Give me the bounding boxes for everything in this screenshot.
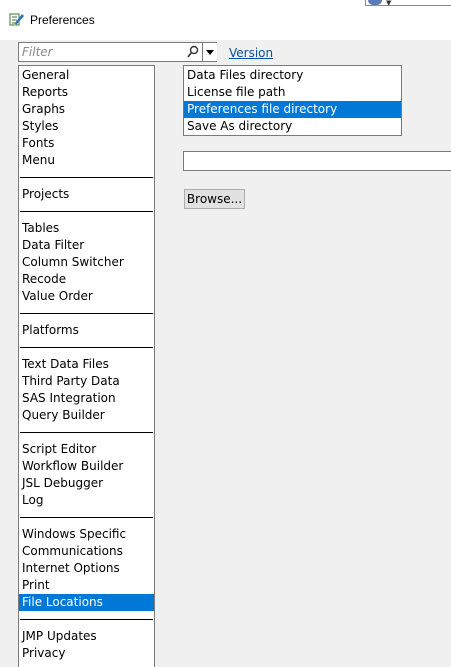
category-item[interactable]: Graphs: [19, 101, 154, 118]
category-item[interactable]: Workflow Builder: [19, 458, 154, 475]
category-item[interactable]: JMP Updates: [19, 628, 154, 645]
category-item[interactable]: Platforms: [19, 322, 154, 339]
path-field[interactable]: [183, 151, 451, 171]
search-icon[interactable]: [187, 45, 199, 59]
category-item[interactable]: Print: [19, 577, 154, 594]
category-item[interactable]: Fonts: [19, 135, 154, 152]
file-location-item[interactable]: License file path: [184, 84, 401, 101]
file-location-item[interactable]: Preferences file directory: [184, 101, 401, 118]
dropdown-arrow-icon: [206, 50, 214, 55]
category-divider: [20, 517, 153, 518]
window-title: Preferences: [30, 13, 95, 27]
category-item[interactable]: File Locations: [19, 594, 154, 611]
category-list[interactable]: General Reports Graphs Styles Fonts Menu Proje…: [18, 65, 155, 667]
category-item[interactable]: Third Party Data: [19, 373, 154, 390]
category-item[interactable]: Styles: [19, 118, 154, 135]
file-location-list[interactable]: Data Files directory License file path Pre…: [183, 65, 402, 136]
category-item[interactable]: Communications: [19, 543, 154, 560]
category-item[interactable]: Script Editor: [19, 441, 154, 458]
category-item[interactable]: Recode: [19, 271, 154, 288]
version-link[interactable]: Version: [229, 46, 273, 60]
file-location-item[interactable]: Save As directory: [184, 118, 401, 135]
filter-box: [18, 42, 217, 62]
category-divider: [20, 347, 153, 348]
filter-input[interactable]: [19, 43, 179, 61]
category-item[interactable]: Menu: [19, 152, 154, 169]
category-item[interactable]: Query Builder: [19, 407, 154, 424]
category-divider: [20, 432, 153, 433]
category-item[interactable]: Privacy: [19, 645, 154, 662]
category-item[interactable]: Projects: [19, 186, 154, 203]
category-item[interactable]: Tables: [19, 220, 154, 237]
title-bar: Preferences ▼: [0, 0, 451, 40]
category-item[interactable]: Log: [19, 492, 154, 509]
browse-button[interactable]: Browse...: [184, 189, 245, 209]
category-item[interactable]: Data Filter: [19, 237, 154, 254]
category-item[interactable]: Column Switcher: [19, 254, 154, 271]
file-location-item[interactable]: Data Files directory: [184, 67, 401, 84]
category-divider: [20, 313, 153, 314]
category-divider: [20, 619, 153, 620]
category-item[interactable]: Reports: [19, 84, 154, 101]
category-divider: [20, 177, 153, 178]
category-item[interactable]: General: [19, 67, 154, 84]
category-divider: [20, 211, 153, 212]
app-icon: [9, 13, 24, 26]
category-item[interactable]: Text Data Files: [19, 356, 154, 373]
category-item[interactable]: Internet Options: [19, 560, 154, 577]
filter-dropdown-button[interactable]: [202, 43, 217, 61]
category-item[interactable]: JSL Debugger: [19, 475, 154, 492]
category-item[interactable]: SAS Integration: [19, 390, 154, 407]
category-item[interactable]: Windows Specific: [19, 526, 154, 543]
category-item[interactable]: Value Order: [19, 288, 154, 305]
chevron-down-icon: ▼: [386, 0, 392, 7]
